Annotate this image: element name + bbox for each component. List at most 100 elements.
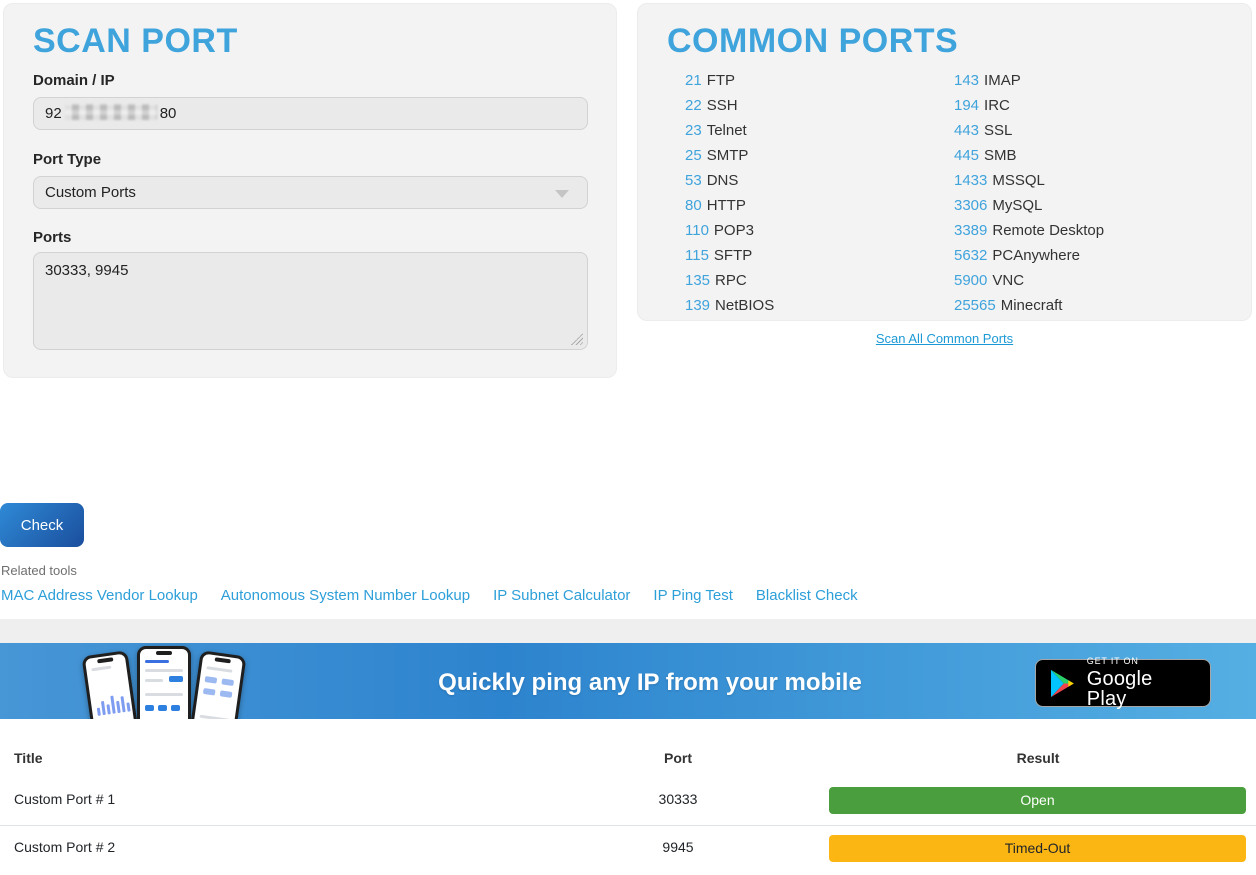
resize-handle-icon[interactable] — [571, 333, 583, 345]
port-type-selected-value: Custom Ports — [45, 184, 136, 201]
related-tool-link[interactable]: IP Ping Test — [653, 587, 733, 604]
related-tools-label: Related tools — [1, 563, 77, 578]
port-service-name: SFTP — [714, 247, 752, 264]
separator-strip — [0, 619, 1256, 643]
port-type-label: Port Type — [33, 151, 101, 168]
port-service-name: IMAP — [984, 72, 1021, 89]
port-number: 139 — [685, 297, 710, 314]
common-port-item[interactable]: 135 RPC — [685, 268, 774, 293]
port-number: 23 — [685, 122, 702, 139]
common-port-item[interactable]: 5632PCAnywhere — [954, 243, 1104, 268]
common-port-item[interactable]: 194 IRC — [954, 93, 1104, 118]
port-number: 25 — [685, 147, 702, 164]
port-service-name: SMB — [984, 147, 1017, 164]
port-service-name: POP3 — [714, 222, 754, 239]
table-row: Custom Port # 2 9945 Timed-Out — [0, 826, 1256, 874]
common-port-item[interactable]: 53 DNS — [685, 168, 774, 193]
port-number: 115 — [685, 247, 709, 264]
ports-value: 30333, 9945 — [45, 262, 128, 279]
port-number: 25565 — [954, 297, 996, 314]
common-ports-title: COMMON PORTS — [667, 22, 958, 61]
common-port-item[interactable]: 22 SSH — [685, 93, 774, 118]
port-service-name: FTP — [707, 72, 735, 89]
common-port-item[interactable]: 21 FTP — [685, 68, 774, 93]
port-number: 53 — [685, 172, 702, 189]
domain-ip-value-prefix: 92 — [45, 105, 62, 122]
common-port-item[interactable]: 3306MySQL — [954, 193, 1104, 218]
port-number: 3389 — [954, 222, 987, 239]
phone-mockup-left — [82, 650, 139, 719]
result-title-cell: Custom Port # 1 — [14, 791, 115, 807]
port-service-name: Telnet — [707, 122, 747, 139]
redacted-ip-blur — [65, 104, 157, 120]
port-number: 194 — [954, 97, 979, 114]
google-play-badge-text: GET IT ON Google Play — [1087, 657, 1197, 709]
phone-mockup-center — [137, 646, 191, 719]
port-service-name: RPC — [715, 272, 747, 289]
port-service-name: Minecraft — [1001, 297, 1063, 314]
port-number: 110 — [685, 222, 709, 239]
port-number: 80 — [685, 197, 702, 214]
common-port-item[interactable]: 25565 Minecraft — [954, 293, 1104, 318]
domain-ip-label: Domain / IP — [33, 72, 115, 89]
results-header-port: Port — [560, 750, 796, 766]
port-service-name: SSL — [984, 122, 1012, 139]
related-tool-link[interactable]: Autonomous System Number Lookup — [221, 587, 470, 604]
google-play-icon — [1049, 668, 1076, 699]
related-tools-links: MAC Address Vendor Lookup Autonomous Syst… — [1, 587, 858, 604]
scan-port-panel: SCAN PORT Domain / IP 9280 Port Type Cus… — [3, 3, 617, 378]
domain-ip-value-suffix: 80 — [160, 105, 177, 122]
port-service-name: IRC — [984, 97, 1010, 114]
common-port-item[interactable]: 115 SFTP — [685, 243, 774, 268]
common-port-item[interactable]: 445SMB — [954, 143, 1104, 168]
port-number: 135 — [685, 272, 710, 289]
common-port-item[interactable]: 110 POP3 — [685, 218, 774, 243]
google-play-badge[interactable]: GET IT ON Google Play — [1035, 659, 1211, 707]
related-tool-link[interactable]: Blacklist Check — [756, 587, 858, 604]
common-port-item[interactable]: 139 NetBIOS — [685, 293, 774, 318]
table-row: Custom Port # 1 30333 Open — [0, 778, 1256, 826]
results-header-title: Title — [14, 750, 43, 766]
port-service-name: VNC — [992, 272, 1024, 289]
common-port-item[interactable]: 3389 Remote Desktop — [954, 218, 1104, 243]
port-service-name: DNS — [707, 172, 739, 189]
port-service-name: NetBIOS — [715, 297, 774, 314]
port-service-name: SMTP — [707, 147, 749, 164]
port-number: 3306 — [954, 197, 987, 214]
common-port-item[interactable]: 5900VNC — [954, 268, 1104, 293]
port-number: 143 — [954, 72, 979, 89]
scan-all-common-ports-link[interactable]: Scan All Common Ports — [637, 331, 1252, 346]
ports-textarea[interactable]: 30333, 9945 — [33, 252, 588, 350]
chevron-down-icon — [555, 190, 569, 198]
port-service-name: MSSQL — [992, 172, 1045, 189]
common-port-item[interactable]: 1433MSSQL — [954, 168, 1104, 193]
get-it-on-text: GET IT ON — [1087, 657, 1197, 666]
related-tool-link[interactable]: MAC Address Vendor Lookup — [1, 587, 198, 604]
port-number: 21 — [685, 72, 702, 89]
port-type-select[interactable]: Custom Ports — [33, 176, 588, 209]
common-port-item[interactable]: 23 Telnet — [685, 118, 774, 143]
port-service-name: SSH — [707, 97, 738, 114]
mobile-app-preview — [85, 643, 245, 719]
phone-mockup-right — [190, 650, 247, 719]
result-status-badge[interactable]: Open — [829, 787, 1246, 814]
result-status-badge[interactable]: Timed-Out — [829, 835, 1246, 862]
check-button[interactable]: Check — [0, 503, 84, 547]
common-port-item[interactable]: 25 SMTP — [685, 143, 774, 168]
result-port-cell: 30333 — [560, 791, 796, 807]
related-tool-link[interactable]: IP Subnet Calculator — [493, 587, 630, 604]
banner-headline: Quickly ping any IP from your mobile — [330, 669, 970, 697]
common-port-item[interactable]: 80 HTTP — [685, 193, 774, 218]
result-title-cell: Custom Port # 2 — [14, 839, 115, 855]
google-play-text: Google Play — [1087, 669, 1197, 709]
common-port-item[interactable]: 443SSL — [954, 118, 1104, 143]
port-number: 22 — [685, 97, 702, 114]
port-service-name: Remote Desktop — [992, 222, 1104, 239]
common-ports-panel: COMMON PORTS 21 FTP 22 SSH 23 Telnet 25 SMTP 53 D… — [637, 3, 1252, 321]
domain-ip-input[interactable]: 92 80 — [33, 97, 588, 130]
common-port-item[interactable]: 143 IMAP — [954, 68, 1104, 93]
port-service-name: PCAnywhere — [992, 247, 1080, 264]
result-port-cell: 9945 — [560, 839, 796, 855]
results-rows: Custom Port # 1 30333 Open Custom Port # 2 9… — [0, 778, 1256, 874]
port-service-name: HTTP — [707, 197, 746, 214]
